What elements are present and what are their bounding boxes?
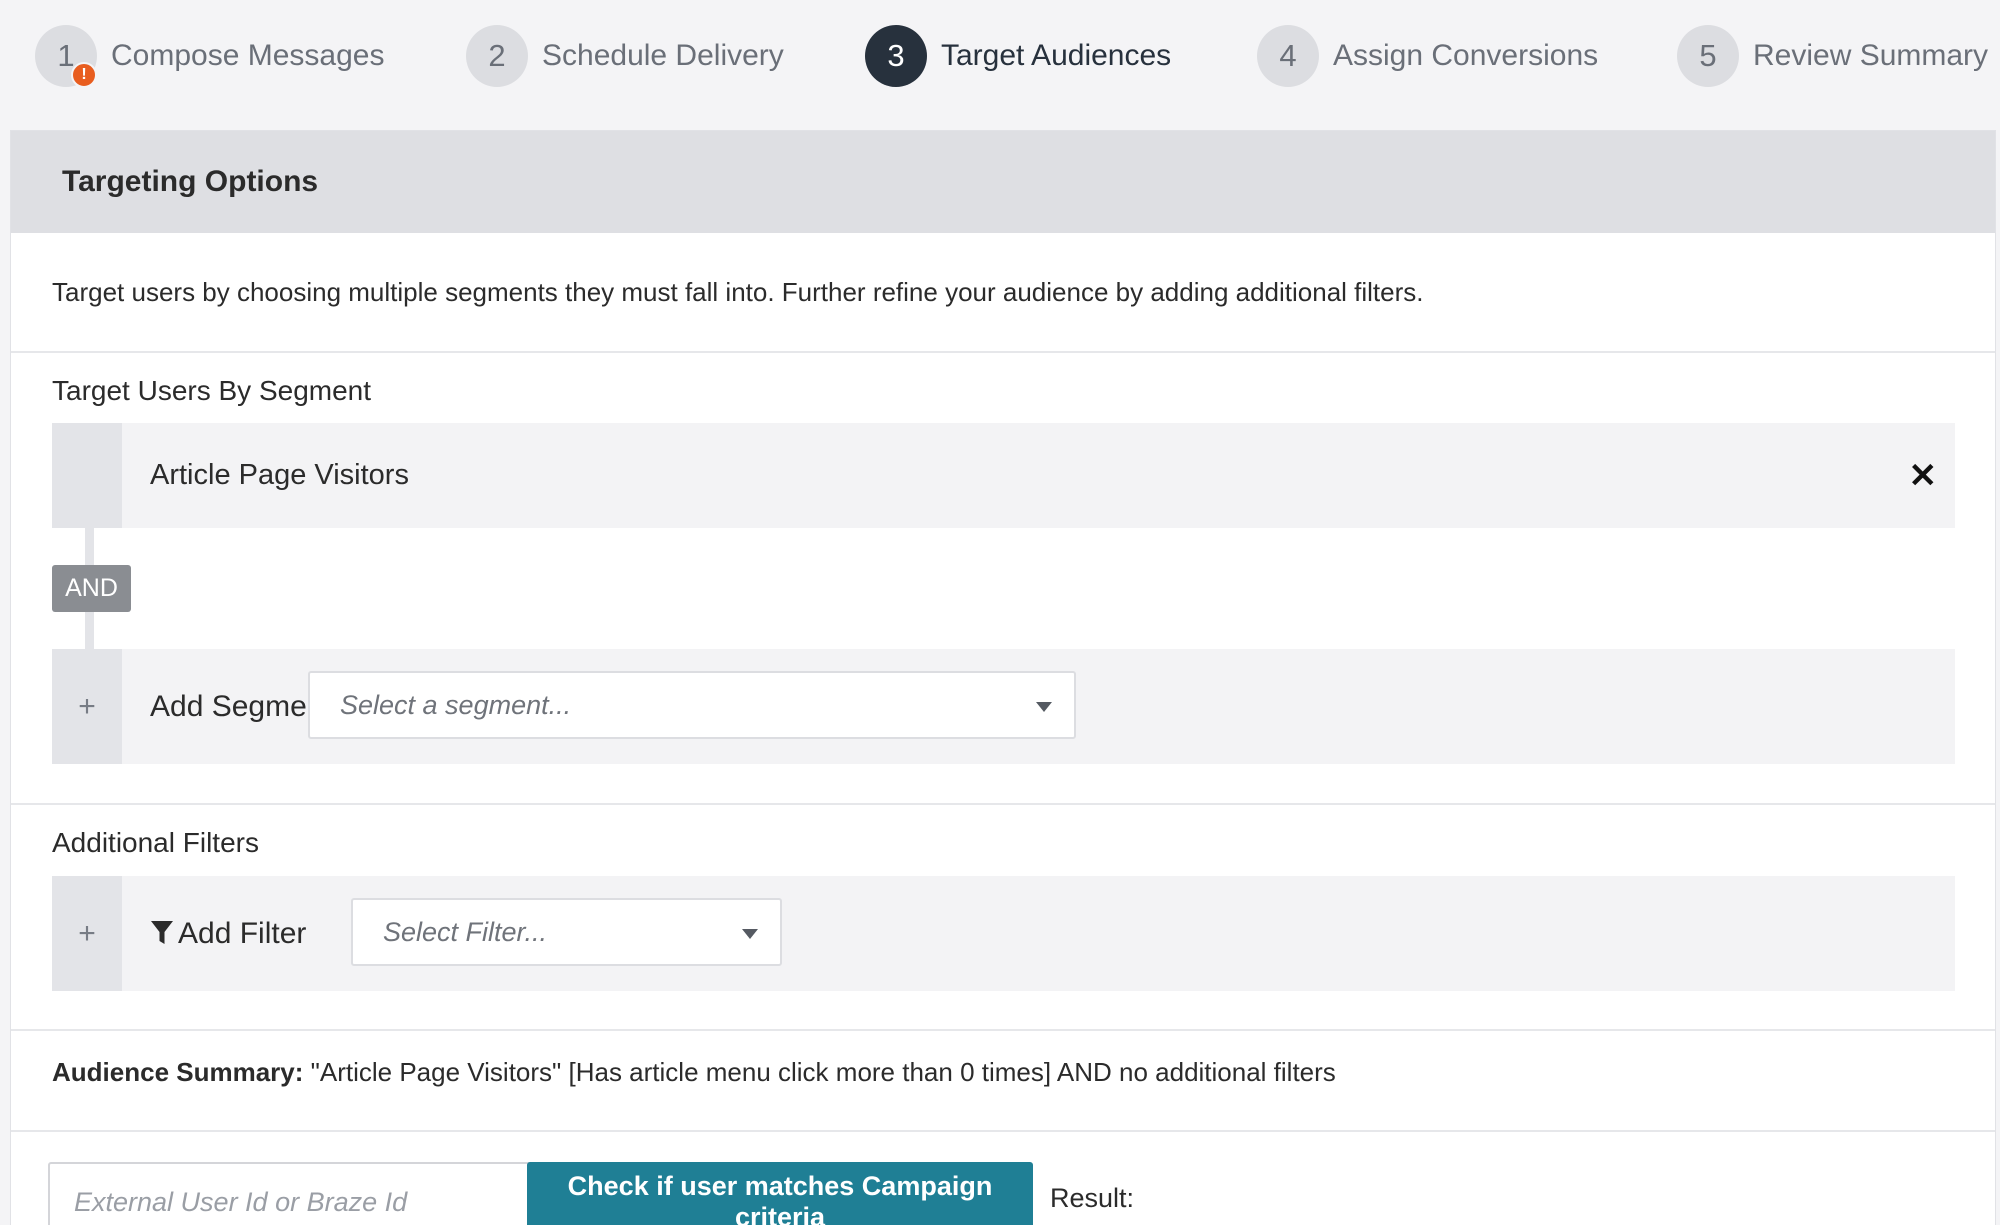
segment-select[interactable]: Select a segment...: [308, 671, 1076, 739]
audience-summary: Audience Summary: "Article Page Visitors…: [52, 1057, 1336, 1088]
result-label: Result:: [1050, 1183, 1135, 1213]
step-number: 3: [865, 25, 927, 87]
step-assign-conversions[interactable]: 4 Assign Conversions: [1257, 24, 1598, 88]
step-review-summary[interactable]: 5 Review Summary: [1677, 24, 1988, 88]
segment-row: Article Page Visitors ✕: [52, 423, 1955, 528]
step-label: Review Summary: [1753, 39, 1989, 72]
segment-name: Article Page Visitors: [150, 459, 409, 491]
step-number: 5: [1677, 25, 1739, 87]
warning-icon: !: [71, 62, 97, 88]
step-label: Target Audiences: [941, 39, 1172, 72]
chevron-down-icon: [742, 929, 758, 939]
add-segment-row: + Add Segment Select a segment...: [52, 649, 1955, 764]
segment-row-gutter: [52, 423, 122, 528]
segment-connector: [85, 528, 94, 565]
filters-section-title: Additional Filters: [52, 827, 259, 858]
plus-icon[interactable]: +: [52, 649, 122, 764]
segment-connector: [85, 612, 94, 649]
add-filter-text: Add Filter: [178, 916, 307, 950]
segments-section-title: Target Users By Segment: [52, 375, 372, 406]
step-compose-messages[interactable]: 1 ! Compose Messages: [35, 24, 384, 88]
plus-icon[interactable]: +: [52, 876, 122, 991]
divider: [11, 803, 1995, 805]
chevron-down-icon: [1036, 702, 1052, 712]
step-number: 4: [1257, 25, 1319, 87]
step-label: Assign Conversions: [1333, 39, 1599, 72]
divider: [11, 1130, 1995, 1132]
step-schedule-delivery[interactable]: 2 Schedule Delivery: [466, 24, 784, 88]
check-user-button[interactable]: Check if user matches Campaign criteria: [527, 1162, 1033, 1225]
close-icon[interactable]: ✕: [1909, 459, 1938, 493]
add-filter-row: + Add Filter Select Filter...: [52, 876, 1955, 991]
and-operator-badge: AND: [52, 565, 131, 612]
filter-select-placeholder: Select Filter...: [383, 916, 548, 947]
audience-summary-label: Audience Summary:: [52, 1057, 304, 1087]
step-target-audiences[interactable]: 3 Target Audiences: [865, 24, 1171, 88]
targeting-options-panel: Targeting Options Target users by choosi…: [10, 130, 1996, 1225]
panel-title: Targeting Options: [11, 131, 1995, 233]
step-number: 1 !: [35, 25, 97, 88]
wizard-stepper: 1 ! Compose Messages 2 Schedule Delivery…: [0, 0, 2000, 112]
step-label: Compose Messages: [111, 39, 385, 72]
filter-select[interactable]: Select Filter...: [351, 898, 782, 966]
segment-select-placeholder: Select a segment...: [340, 689, 572, 720]
divider: [11, 1029, 1995, 1031]
audience-summary-text: "Article Page Visitors" [Has article men…: [303, 1057, 1336, 1087]
add-filter-label: Add Filter: [150, 917, 306, 951]
add-segment-label: Add Segment: [150, 689, 332, 723]
filter-icon: [151, 920, 173, 944]
step-label: Schedule Delivery: [542, 39, 784, 72]
panel-description: Target users by choosing multiple segmen…: [52, 277, 1424, 307]
step-number: 2: [466, 25, 528, 87]
divider: [11, 351, 1995, 353]
